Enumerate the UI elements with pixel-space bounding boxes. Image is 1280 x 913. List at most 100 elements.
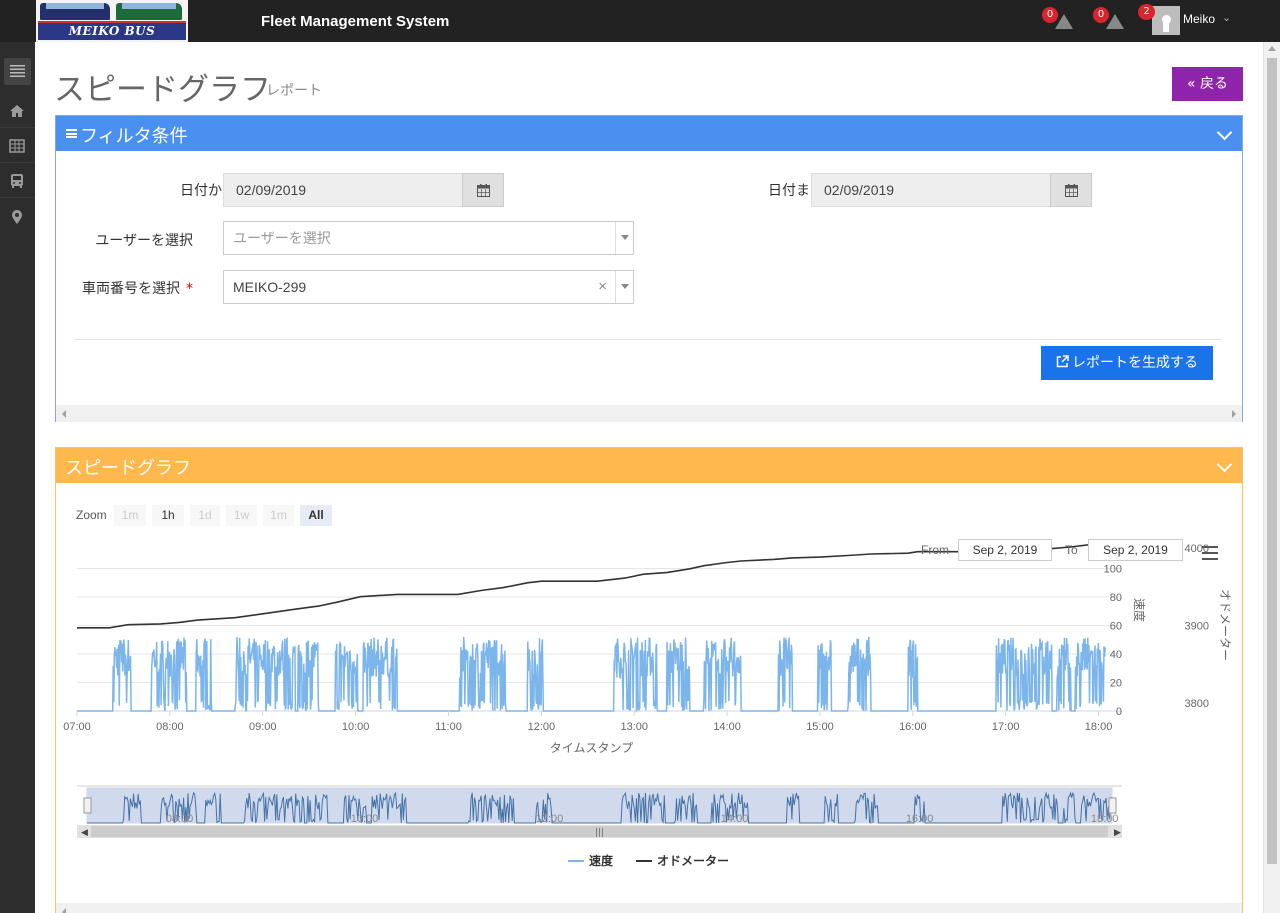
x-axis-tick-label: 09:00	[249, 721, 277, 733]
sidebar-item-map[interactable]	[0, 200, 35, 234]
calendar-icon	[1065, 184, 1078, 197]
sidebar-item-home[interactable]	[0, 94, 35, 128]
speed-axis-tick-label: 40	[1110, 649, 1122, 661]
back-button-label: 戻る	[1200, 76, 1228, 92]
legend-speed-label: 速度	[589, 853, 614, 868]
x-axis-tick-label: 12:00	[528, 721, 556, 733]
dropdown-arrow-icon[interactable]	[615, 222, 633, 254]
zoom-button-label: 1w	[234, 508, 250, 522]
filter-divider	[74, 339, 1222, 340]
chart-panel-title: スピードグラフ	[65, 458, 191, 479]
bus-icon	[11, 174, 23, 188]
calendar-icon	[477, 184, 490, 197]
legend-odometer-label: オドメーター	[657, 854, 729, 868]
navigator-scroll-left-arrow[interactable]: ◀	[81, 828, 88, 838]
home-icon	[10, 105, 24, 117]
user-select[interactable]: ユーザーを選択	[223, 221, 634, 255]
alert-notification-button[interactable]: 0	[1042, 7, 1074, 32]
navigator-left-handle[interactable]	[83, 797, 92, 814]
back-button[interactable]: « 戻る	[1172, 67, 1243, 101]
page-scrollbar[interactable]	[1263, 42, 1280, 913]
app-title: Fleet Management System	[261, 13, 450, 30]
zoom-button-label: 1m	[122, 508, 139, 522]
logo-text: MEIKO BUS	[38, 21, 186, 40]
alert-count-badge: 0	[1093, 7, 1109, 23]
x-axis-tick-label: 11:00	[435, 721, 462, 733]
vehicle-select[interactable]: MEIKO-299 ×	[223, 270, 634, 304]
odometer-axis-tick-label: 3800	[1185, 698, 1209, 710]
navigator-tick-label: 08:00	[166, 813, 194, 825]
generate-report-button[interactable]: レポートを生成する	[1041, 346, 1213, 380]
navigator-right-handle[interactable]	[1108, 797, 1117, 814]
x-axis-tick-label: 15:00	[806, 721, 834, 733]
page-subtitle: レポート	[266, 83, 322, 99]
zoom-button-label: 1d	[198, 508, 211, 522]
navigator-selection[interactable]	[86, 787, 1113, 824]
speed-series-line	[77, 636, 1107, 714]
range-to-label: To	[1065, 543, 1078, 557]
user-avatar[interactable]	[1152, 6, 1180, 35]
x-axis-tick-label: 18:00	[1085, 721, 1113, 733]
bars-icon	[66, 129, 77, 138]
speed-axis-tick-label: 100	[1104, 564, 1122, 576]
x-axis-tick-label: 14:00	[713, 721, 741, 733]
navigator-tick-label: 14:00	[721, 813, 749, 825]
alert-count-badge: 0	[1042, 7, 1058, 23]
chevron-down-icon[interactable]	[1216, 456, 1233, 473]
chart-panel-header[interactable]: スピードグラフ	[56, 448, 1242, 483]
range-from-label: From	[921, 543, 949, 557]
speed-axis-tick-label: 60	[1110, 621, 1122, 633]
sidebar-item-bus[interactable]	[0, 164, 35, 198]
speed-axis-tick-label: 80	[1110, 592, 1122, 604]
filter-panel-title: フィルタ条件	[80, 126, 188, 147]
map-marker-icon	[12, 210, 22, 224]
chart-panel-hscrollbar[interactable]	[56, 903, 1242, 913]
filter-panel-hscrollbar[interactable]	[56, 405, 1242, 422]
filter-panel: フィルタ条件 日付から* 02/09/2019 日付まで* 02/09/2019…	[55, 115, 1243, 422]
x-axis-tick-label: 10:00	[342, 721, 370, 733]
date-from-calendar-button[interactable]	[462, 173, 504, 207]
chevron-down-icon[interactable]: ⌄	[1222, 11, 1231, 24]
vehicle-select-label: 車両番号を選択 *	[82, 281, 193, 297]
user-menu-name[interactable]: Meiko	[1183, 12, 1215, 26]
navigator-tick-label: 12:00	[536, 813, 564, 825]
chevron-down-icon[interactable]	[1216, 124, 1233, 141]
x-axis-tick-label: 17:00	[992, 721, 1020, 733]
navigator-tick-label: 18:00	[1091, 813, 1119, 825]
range-to-input[interactable]: Sep 2, 2019	[1088, 539, 1183, 561]
zoom-button-label: 1m	[270, 508, 287, 522]
sidebar-toggle-button[interactable]	[4, 58, 31, 85]
zoom-button-label: All	[308, 508, 323, 522]
top-navbar: MEIKO BUS Fleet Management System 0 0 2 …	[0, 0, 1280, 42]
table-icon	[9, 139, 25, 153]
page-title: スピードグラフ	[54, 72, 271, 108]
alert-notification-button[interactable]: 0	[1093, 7, 1125, 32]
date-to-calendar-button[interactable]	[1050, 173, 1092, 207]
range-from-input[interactable]: Sep 2, 2019	[958, 539, 1052, 561]
user-notification-badge: 2	[1138, 4, 1155, 20]
sidebar-item-table[interactable]	[0, 129, 35, 163]
date-from-input[interactable]: 02/09/2019	[223, 173, 463, 207]
vehicle-select-value: MEIKO-299	[233, 279, 307, 295]
meiko-bus-logo[interactable]: MEIKO BUS	[36, 0, 188, 42]
zoom-label: Zoom	[76, 508, 107, 522]
navigator-scroll-grip[interactable]: |||	[595, 828, 604, 838]
filter-panel-header[interactable]: フィルタ条件	[56, 116, 1242, 151]
x-axis-tick-label: 13:00	[620, 721, 648, 733]
navigator-tick-label: 10:00	[351, 813, 379, 825]
chart-panel: スピードグラフ Zoom 1m 1h 1d 1w 1m All 0 20 40 60 80 100 速度 3…	[55, 447, 1243, 913]
speed-chart: Zoom 1m 1h 1d 1w 1m All 0 20 40 60 80 100 速度 3800 3900 4…	[56, 483, 1242, 903]
sidebar	[0, 42, 35, 913]
external-link-icon	[1056, 355, 1069, 368]
chart-context-menu-icon[interactable]	[1202, 546, 1218, 560]
navigator-scroll-right-arrow[interactable]: ▶	[1114, 828, 1121, 838]
odometer-series-line	[77, 543, 1107, 629]
menu-icon	[10, 65, 25, 77]
speed-axis-tick-label: 20	[1110, 678, 1122, 690]
user-select-label: ユーザーを選択	[95, 233, 193, 249]
x-axis-tick-label: 16:00	[899, 721, 927, 733]
clear-icon[interactable]: ×	[598, 271, 607, 303]
dropdown-arrow-icon[interactable]	[615, 271, 633, 303]
x-axis-tick-label: 08:00	[156, 721, 184, 733]
date-to-input[interactable]: 02/09/2019	[811, 173, 1051, 207]
